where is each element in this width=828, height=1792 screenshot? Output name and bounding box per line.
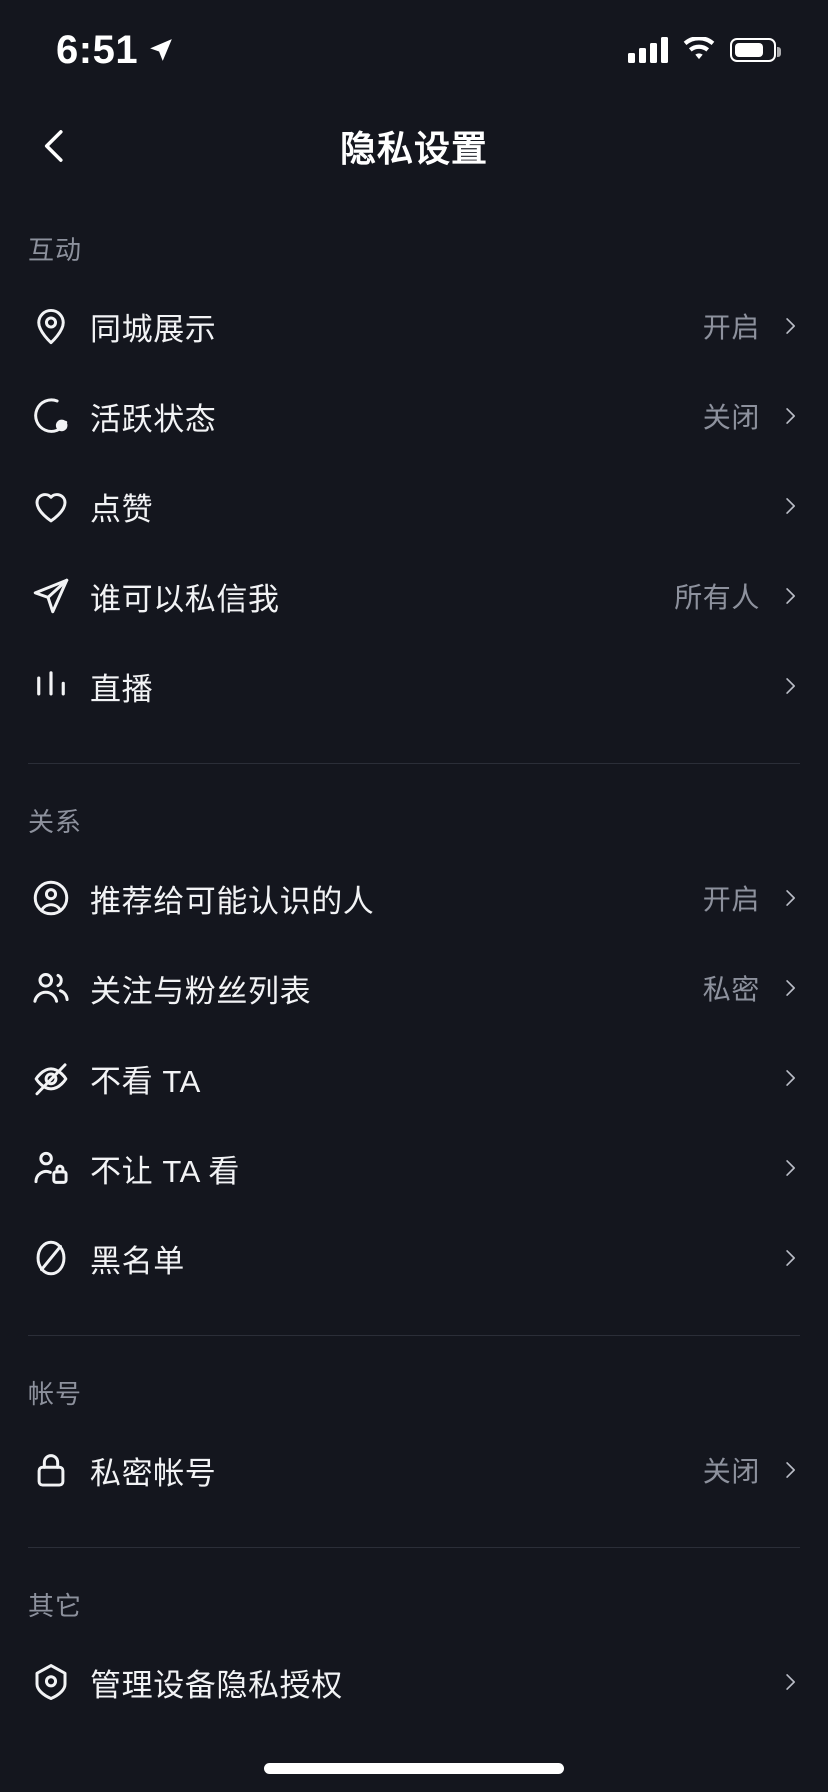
wifi-icon — [682, 37, 716, 63]
chevron-left-icon — [35, 126, 75, 166]
row-label: 关注与粉丝列表 — [90, 973, 312, 1009]
chevron-right-icon — [780, 1061, 800, 1095]
users-icon — [28, 965, 74, 1011]
chevron-right-icon — [780, 1453, 800, 1487]
shield-privacy-icon — [28, 1659, 74, 1705]
row-label: 点赞 — [90, 491, 154, 527]
row-recommend-to-people-you-may-know[interactable]: 推荐给可能认识的人 开启 — [0, 853, 828, 943]
row-value: 开启 — [702, 884, 760, 915]
privacy-settings-screen: 6:51 隐私设置 互动 同城展示 开启 活跃状态 关闭 点赞 谁可以私信我 所… — [0, 0, 828, 1792]
status-bar-right — [628, 37, 781, 63]
section-relationships: 关系 推荐给可能认识的人 开启 关注与粉丝列表 私密 不看 TA 不让 TA 看… — [0, 764, 828, 1303]
chevron-right-icon — [780, 1665, 800, 1699]
row-following-and-fans-list[interactable]: 关注与粉丝列表 私密 — [0, 943, 828, 1033]
back-button[interactable] — [20, 111, 90, 181]
home-indicator — [264, 1763, 564, 1774]
section-title: 互动 — [28, 235, 83, 265]
row-value: 所有人 — [674, 582, 760, 613]
chevron-right-icon — [780, 881, 800, 915]
row-label: 活跃状态 — [90, 401, 217, 437]
row-label: 黑名单 — [90, 1243, 185, 1279]
chevron-right-icon — [780, 669, 800, 703]
section-interaction: 互动 同城展示 开启 活跃状态 关闭 点赞 谁可以私信我 所有人 直播 — [0, 192, 828, 731]
section-title: 关系 — [28, 807, 83, 837]
row-live[interactable]: 直播 — [0, 641, 828, 731]
row-label: 同城展示 — [90, 311, 217, 347]
row-active-status[interactable]: 活跃状态 关闭 — [0, 371, 828, 461]
row-label: 谁可以私信我 — [90, 581, 280, 617]
status-bar-time: 6:51 — [56, 28, 139, 72]
row-likes[interactable]: 点赞 — [0, 461, 828, 551]
section-title: 其它 — [28, 1591, 83, 1621]
row-dont-view-ta[interactable]: 不看 TA — [0, 1033, 828, 1123]
row-blocklist[interactable]: 黑名单 — [0, 1213, 828, 1303]
row-value: 关闭 — [702, 1456, 760, 1487]
chevron-right-icon — [780, 1241, 800, 1275]
eye-slash-icon — [28, 1055, 74, 1101]
cellular-signal-icon — [628, 37, 668, 63]
section-account: 帐号 私密帐号 关闭 — [0, 1336, 828, 1515]
active-status-icon — [28, 393, 74, 439]
paper-plane-icon — [28, 573, 74, 619]
chevron-right-icon — [780, 1151, 800, 1185]
heart-icon — [28, 483, 74, 529]
user-circle-icon — [28, 875, 74, 921]
row-label: 不让 TA 看 — [90, 1153, 241, 1189]
row-label: 推荐给可能认识的人 — [90, 883, 375, 919]
live-bars-icon — [28, 663, 74, 709]
status-bar: 6:51 — [0, 0, 828, 100]
user-lock-icon — [28, 1145, 74, 1191]
row-label: 私密帐号 — [90, 1455, 217, 1491]
chevron-right-icon — [780, 309, 800, 343]
settings-list: 互动 同城展示 开启 活跃状态 关闭 点赞 谁可以私信我 所有人 直播 关系 推… — [0, 192, 828, 1727]
battery-icon — [730, 38, 781, 62]
chevron-right-icon — [780, 399, 800, 433]
status-bar-left: 6:51 — [56, 30, 174, 70]
location-arrow-icon — [148, 37, 174, 63]
navigation-bar: 隐私设置 — [0, 100, 828, 192]
row-who-can-message-me[interactable]: 谁可以私信我 所有人 — [0, 551, 828, 641]
ban-circle-icon — [28, 1235, 74, 1281]
section-title: 帐号 — [28, 1379, 83, 1409]
row-label: 直播 — [90, 671, 154, 707]
chevron-right-icon — [780, 489, 800, 523]
row-manage-device-privacy-authorization[interactable]: 管理设备隐私授权 — [0, 1637, 828, 1727]
row-same-city-display[interactable]: 同城展示 开启 — [0, 281, 828, 371]
chevron-right-icon — [780, 971, 800, 1005]
chevron-right-icon — [780, 579, 800, 613]
location-pin-icon — [28, 303, 74, 349]
row-label: 管理设备隐私授权 — [90, 1667, 343, 1703]
page-title: 隐私设置 — [339, 128, 488, 169]
row-dont-let-ta-view[interactable]: 不让 TA 看 — [0, 1123, 828, 1213]
row-value: 私密 — [702, 974, 760, 1005]
section-other: 其它 管理设备隐私授权 — [0, 1548, 828, 1727]
row-private-account[interactable]: 私密帐号 关闭 — [0, 1425, 828, 1515]
lock-icon — [28, 1447, 74, 1493]
row-value: 关闭 — [702, 402, 760, 433]
row-label: 不看 TA — [90, 1063, 201, 1099]
row-value: 开启 — [702, 312, 760, 343]
